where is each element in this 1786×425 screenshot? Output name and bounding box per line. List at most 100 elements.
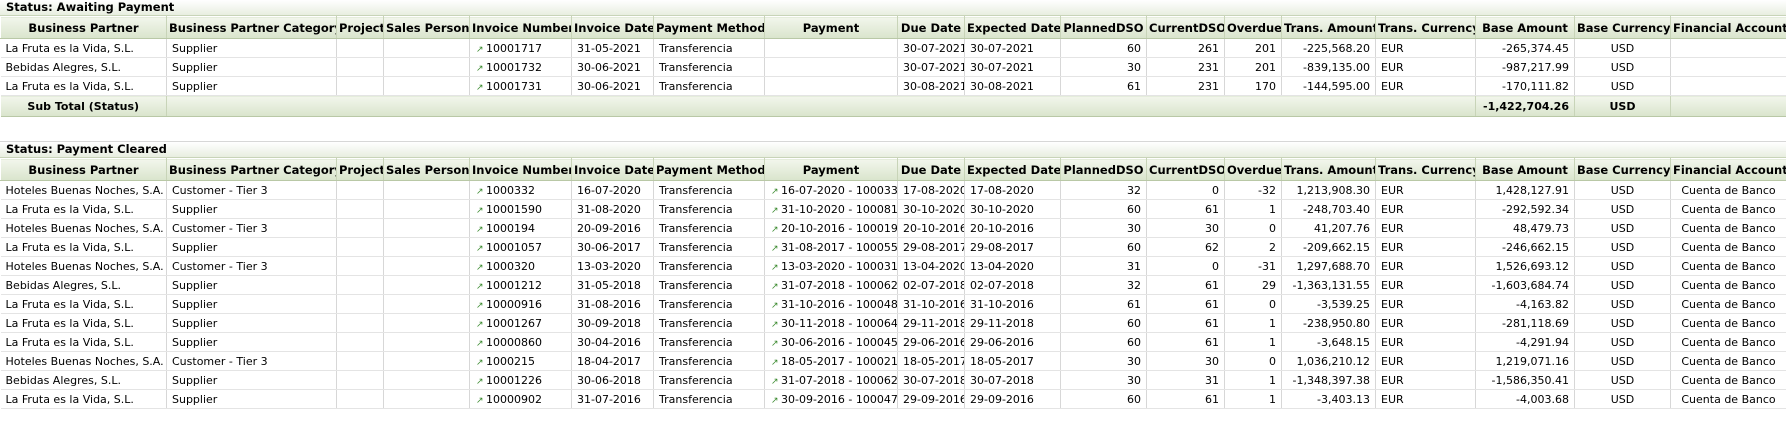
column-header-due-date[interactable]: Due Date [897,16,965,39]
table-row[interactable]: La Fruta es la Vida, S.L. Supplier ↗ 100009… [0,294,1786,314]
cell-invoice-number[interactable]: ↗ 10001717 [469,38,572,58]
cell-payment[interactable]: ↗ 30-09-2016 - 1000475 [764,389,898,409]
link-arrow-icon[interactable]: ↗ [771,187,779,197]
column-header-due-date[interactable]: Due Date [897,158,965,181]
link-arrow-icon[interactable]: ↗ [771,339,779,349]
column-header-project[interactable]: Project [336,16,384,39]
link-arrow-icon[interactable]: ↗ [771,282,779,292]
cell-payment[interactable]: ↗ 31-10-2016 - 1000489 [764,294,898,314]
column-header-current-dso[interactable]: CurrentDSO [1146,158,1225,181]
cell-invoice-number[interactable]: ↗ 1000332 [469,180,572,200]
table-row[interactable]: La Fruta es la Vida, S.L. Supplier ↗ 100017… [0,38,1786,58]
table-row[interactable]: Hoteles Buenas Noches, S.A. Customer - Ti… [0,218,1786,238]
link-arrow-icon[interactable]: ↗ [476,339,484,349]
link-arrow-icon[interactable]: ↗ [476,396,484,406]
table-row[interactable]: La Fruta es la Vida, S.L. Supplier ↗ 100015… [0,199,1786,219]
column-header-base-currency[interactable]: Base Currency [1574,16,1671,39]
cell-link-text[interactable]: 31-07-2018 - 1000621 [781,374,897,387]
table-row[interactable]: La Fruta es la Vida, S.L. Supplier ↗ 100010… [0,237,1786,257]
link-arrow-icon[interactable]: ↗ [476,187,484,197]
column-header-payment[interactable]: Payment [764,158,898,181]
link-arrow-icon[interactable]: ↗ [476,244,484,254]
link-arrow-icon[interactable]: ↗ [476,358,484,368]
cell-invoice-number[interactable]: ↗ 1000320 [469,256,572,276]
cell-invoice-number[interactable]: ↗ 10000902 [469,389,572,409]
cell-link-text[interactable]: 10001717 [486,42,542,55]
cell-payment[interactable]: ↗ 31-07-2018 - 1000621 [764,370,898,390]
link-arrow-icon[interactable]: ↗ [476,206,484,216]
cell-link-text[interactable]: 10001212 [486,279,542,292]
column-header-bp-category[interactable]: Business Partner Category [166,158,337,181]
column-header-sales-person[interactable]: Sales Person [383,16,470,39]
cell-link-text[interactable]: 31-10-2016 - 1000489 [781,298,897,311]
link-arrow-icon[interactable]: ↗ [771,301,779,311]
column-header-overdue[interactable]: Overdue [1224,158,1282,181]
table-row[interactable]: Bebidas Alegres, S.L. Supplier ↗ 10001732 30… [0,57,1786,77]
link-arrow-icon[interactable]: ↗ [476,301,484,311]
column-header-planned-dso[interactable]: PlannedDSO [1060,158,1147,181]
column-header-expected-date[interactable]: Expected Date [964,16,1061,39]
cell-payment[interactable]: ↗ 20-10-2016 - 1000191 [764,218,898,238]
table-row[interactable]: Hoteles Buenas Noches, S.A. Customer - Ti… [0,256,1786,276]
column-header-payment-method[interactable]: Payment Method [653,158,765,181]
cell-link-text[interactable]: 31-10-2020 - 1000813 [781,203,897,216]
cell-link-text[interactable]: 1000215 [486,355,535,368]
column-header-sales-person[interactable]: Sales Person [383,158,470,181]
cell-link-text[interactable]: 30-09-2016 - 1000475 [781,393,897,406]
cell-payment[interactable]: ↗ 30-11-2018 - 1000647 [764,313,898,333]
column-header-business-partner[interactable]: Business Partner [0,16,167,39]
table-row[interactable]: La Fruta es la Vida, S.L. Supplier ↗ 100009… [0,389,1786,409]
cell-invoice-number[interactable]: ↗ 10000860 [469,332,572,352]
column-header-planned-dso[interactable]: PlannedDSO [1060,16,1147,39]
cell-link-text[interactable]: 10001732 [486,61,542,74]
link-arrow-icon[interactable]: ↗ [476,83,484,93]
column-header-overdue[interactable]: Overdue [1224,16,1282,39]
column-header-current-dso[interactable]: CurrentDSO [1146,16,1225,39]
column-header-invoice-number[interactable]: Invoice Number [469,158,572,181]
cell-payment[interactable]: ↗ 31-10-2020 - 1000813 [764,199,898,219]
column-header-invoice-number[interactable]: Invoice Number [469,16,572,39]
link-arrow-icon[interactable]: ↗ [476,45,484,55]
cell-link-text[interactable]: 10001590 [486,203,542,216]
cell-payment[interactable]: ↗ 30-06-2016 - 1000457 [764,332,898,352]
cell-invoice-number[interactable]: ↗ 10000916 [469,294,572,314]
cell-link-text[interactable]: 16-07-2020 - 1000338 [781,184,897,197]
column-header-expected-date[interactable]: Expected Date [964,158,1061,181]
cell-link-text[interactable]: 13-03-2020 - 1000318 [781,260,897,273]
link-arrow-icon[interactable]: ↗ [476,64,484,74]
column-header-bp-category[interactable]: Business Partner Category [166,16,337,39]
cell-link-text[interactable]: 10001226 [486,374,542,387]
column-header-trans-currency[interactable]: Trans. Currency [1375,16,1476,39]
table-row[interactable]: Hoteles Buenas Noches, S.A. Customer - Ti… [0,351,1786,371]
cell-invoice-number[interactable]: ↗ 10001732 [469,57,572,77]
column-header-base-amount[interactable]: Base Amount [1475,158,1575,181]
link-arrow-icon[interactable]: ↗ [771,225,779,235]
column-header-payment[interactable]: Payment [764,16,898,39]
cell-link-text[interactable]: 31-08-2017 - 1000555 [781,241,897,254]
column-header-project[interactable]: Project [336,158,384,181]
cell-payment[interactable]: ↗ 16-07-2020 - 1000338 [764,180,898,200]
cell-invoice-number[interactable]: ↗ 10001057 [469,237,572,257]
link-arrow-icon[interactable]: ↗ [771,263,779,273]
cell-link-text[interactable]: 18-05-2017 - 1000212 [781,355,897,368]
link-arrow-icon[interactable]: ↗ [476,282,484,292]
column-header-base-amount[interactable]: Base Amount [1475,16,1575,39]
link-arrow-icon[interactable]: ↗ [771,377,779,387]
cell-invoice-number[interactable]: ↗ 10001731 [469,76,572,96]
column-header-invoice-date[interactable]: Invoice Date [571,158,654,181]
cell-link-text[interactable]: 30-11-2018 - 1000647 [781,317,897,330]
cell-payment[interactable]: ↗ 31-08-2017 - 1000555 [764,237,898,257]
table-row[interactable]: La Fruta es la Vida, S.L. Supplier ↗ 100008… [0,332,1786,352]
link-arrow-icon[interactable]: ↗ [771,320,779,330]
cell-payment[interactable]: ↗ 13-03-2020 - 1000318 [764,256,898,276]
link-arrow-icon[interactable]: ↗ [771,244,779,254]
cell-invoice-number[interactable]: ↗ 10001212 [469,275,572,295]
cell-link-text[interactable]: 10001267 [486,317,542,330]
cell-payment[interactable]: ↗ 18-05-2017 - 1000212 [764,351,898,371]
column-header-trans-currency[interactable]: Trans. Currency [1375,158,1476,181]
cell-link-text[interactable]: 10001057 [486,241,542,254]
table-row[interactable]: Bebidas Alegres, S.L. Supplier ↗ 10001212 31… [0,275,1786,295]
cell-invoice-number[interactable]: ↗ 1000215 [469,351,572,371]
cell-invoice-number[interactable]: ↗ 1000194 [469,218,572,238]
cell-link-text[interactable]: 1000332 [486,184,535,197]
